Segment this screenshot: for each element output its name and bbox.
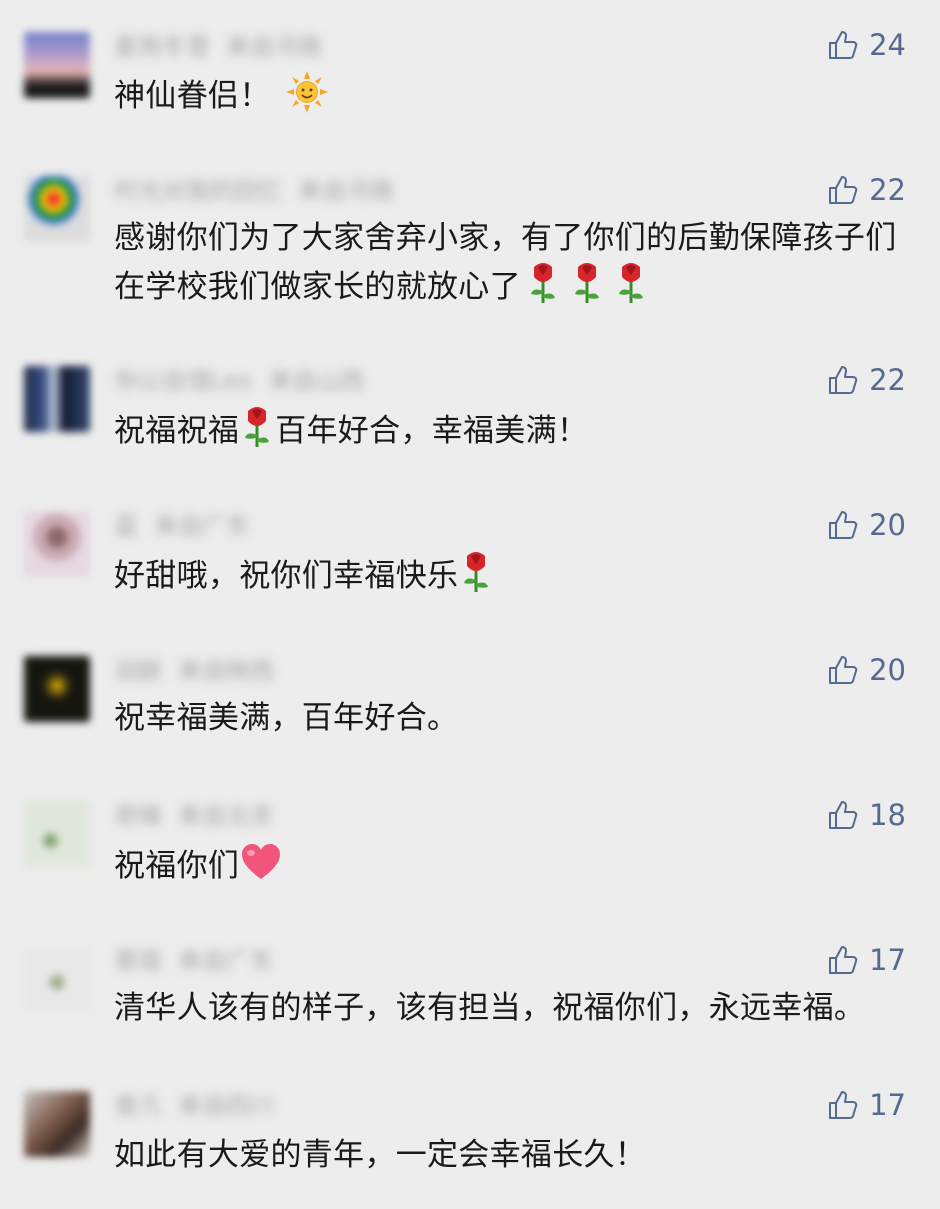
like-count: 20 — [869, 653, 906, 687]
comment-text: 祝福你们 — [114, 840, 914, 889]
commenter-name[interactable]: 你以自惜Leo — [114, 367, 252, 395]
commenter-name[interactable]: 夏雨冬雪 — [114, 33, 210, 61]
like-button[interactable]: 24 — [827, 27, 906, 63]
commenter-location: 来自陕西 — [178, 657, 274, 685]
heart-emoji-icon — [239, 840, 283, 884]
thumbs-up-icon — [829, 656, 858, 684]
commenter-location: 来自河南 — [226, 33, 322, 61]
like-button[interactable]: 17 — [827, 942, 906, 978]
comment-meta: 奇锋 来自北京 — [114, 801, 274, 831]
like-button[interactable]: 22 — [827, 172, 906, 208]
commenter-name[interactable]: 润颖 — [114, 657, 162, 685]
comment-text: 如此有大爱的青年，一定会幸福长久！ — [114, 1132, 914, 1178]
avatar[interactable] — [24, 32, 90, 98]
comment-body: 祝福你们 — [114, 848, 240, 884]
avatar[interactable] — [24, 801, 90, 867]
avatar[interactable] — [24, 176, 90, 242]
commenter-name[interactable]: 景瑶 — [114, 947, 162, 975]
comment-text: 好甜哦，祝你们幸福快乐 — [114, 550, 914, 599]
like-button[interactable]: 18 — [827, 797, 906, 833]
avatar[interactable] — [24, 366, 90, 432]
commenter-name[interactable]: 时光对我的回忆 — [114, 177, 282, 205]
rose-emoji-icon — [525, 261, 561, 305]
commenter-location: 来自河南 — [298, 177, 394, 205]
comment-body: 祝福祝福 — [114, 413, 240, 449]
thumbs-up-icon — [829, 946, 858, 974]
like-count: 17 — [869, 943, 906, 977]
like-button[interactable]: 20 — [827, 507, 906, 543]
like-button[interactable]: 20 — [827, 652, 906, 688]
commenter-location: 来自北京 — [178, 802, 274, 830]
like-count: 22 — [869, 363, 906, 397]
thumbs-up-icon — [829, 31, 858, 59]
comment-text: 清华人该有的样子，该有担当，祝福你们，永远幸福。 — [114, 985, 914, 1031]
commenter-name[interactable]: 奇锋 — [114, 802, 162, 830]
like-count: 18 — [869, 798, 906, 832]
commenter-location: 来自山西 — [268, 367, 365, 395]
comment-meta: 你以自惜Leo 来自山西 — [114, 366, 364, 396]
avatar[interactable] — [24, 946, 90, 1012]
comment-body: 清华人该有的样子，该有担当，祝福你们，永远幸福。 — [114, 990, 866, 1026]
rose-emoji-icon — [613, 261, 649, 305]
rose-emoji-icon — [569, 261, 605, 305]
avatar[interactable] — [24, 656, 90, 722]
comment-body: 感谢你们为了大家舍弃小家，有了你们的后勤保障孩子们在学校我们做家长的就放心了 — [114, 220, 897, 305]
comment-meta: 时光对我的回忆 来自河南 — [114, 176, 394, 206]
commenter-location: 来自广东 — [178, 947, 274, 975]
like-count: 20 — [869, 508, 906, 542]
thumbs-up-icon — [829, 1091, 858, 1119]
like-count: 17 — [869, 1088, 906, 1122]
sun-emoji-icon — [285, 70, 329, 114]
comment-text: 感谢你们为了大家舍弃小家，有了你们的后勤保障孩子们在学校我们做家长的就放心了 — [114, 215, 914, 310]
comment-body: 祝幸福美满，百年好合。 — [114, 700, 459, 736]
comment-meta: 夏雨冬雪 来自河南 — [114, 32, 322, 62]
commenter-name[interactable]: 蓝 — [114, 512, 138, 540]
comment-text: 神仙眷侣！ — [114, 70, 914, 119]
comment-meta: 蓝来自广东 — [114, 511, 250, 541]
thumbs-up-icon — [829, 366, 858, 394]
thumbs-up-icon — [829, 511, 858, 539]
comment-meta: 润颖 来自陕西 — [114, 656, 274, 686]
comment-body: 神仙眷侣！ — [114, 78, 271, 114]
commenter-name[interactable]: 曾凡 — [114, 1092, 162, 1120]
comment-body: 好甜哦，祝你们幸福快乐 — [114, 558, 459, 594]
comment-body: 如此有大爱的青年，一定会幸福长久！ — [114, 1137, 647, 1173]
thumbs-up-icon — [829, 801, 858, 829]
avatar[interactable] — [24, 511, 90, 577]
comment-meta: 景瑶 来自广东 — [114, 946, 274, 976]
comment-meta: 曾凡 来自四川 — [114, 1091, 274, 1121]
rose-emoji-icon — [239, 405, 275, 449]
commenter-location: 来自广东 — [154, 512, 250, 540]
commenter-location: 来自四川 — [178, 1092, 274, 1120]
comment-text: 祝福祝福 百年好合，幸福美满！ — [114, 405, 914, 454]
like-button[interactable]: 17 — [827, 1087, 906, 1123]
comment-body-continued: 百年好合，幸福美满！ — [275, 413, 589, 449]
like-button[interactable]: 22 — [827, 362, 906, 398]
like-count: 24 — [869, 28, 906, 62]
avatar[interactable] — [24, 1091, 90, 1157]
like-count: 22 — [869, 173, 906, 207]
thumbs-up-icon — [829, 176, 858, 204]
rose-emoji-icon — [458, 550, 494, 594]
comment-text: 祝幸福美满，百年好合。 — [114, 695, 914, 741]
